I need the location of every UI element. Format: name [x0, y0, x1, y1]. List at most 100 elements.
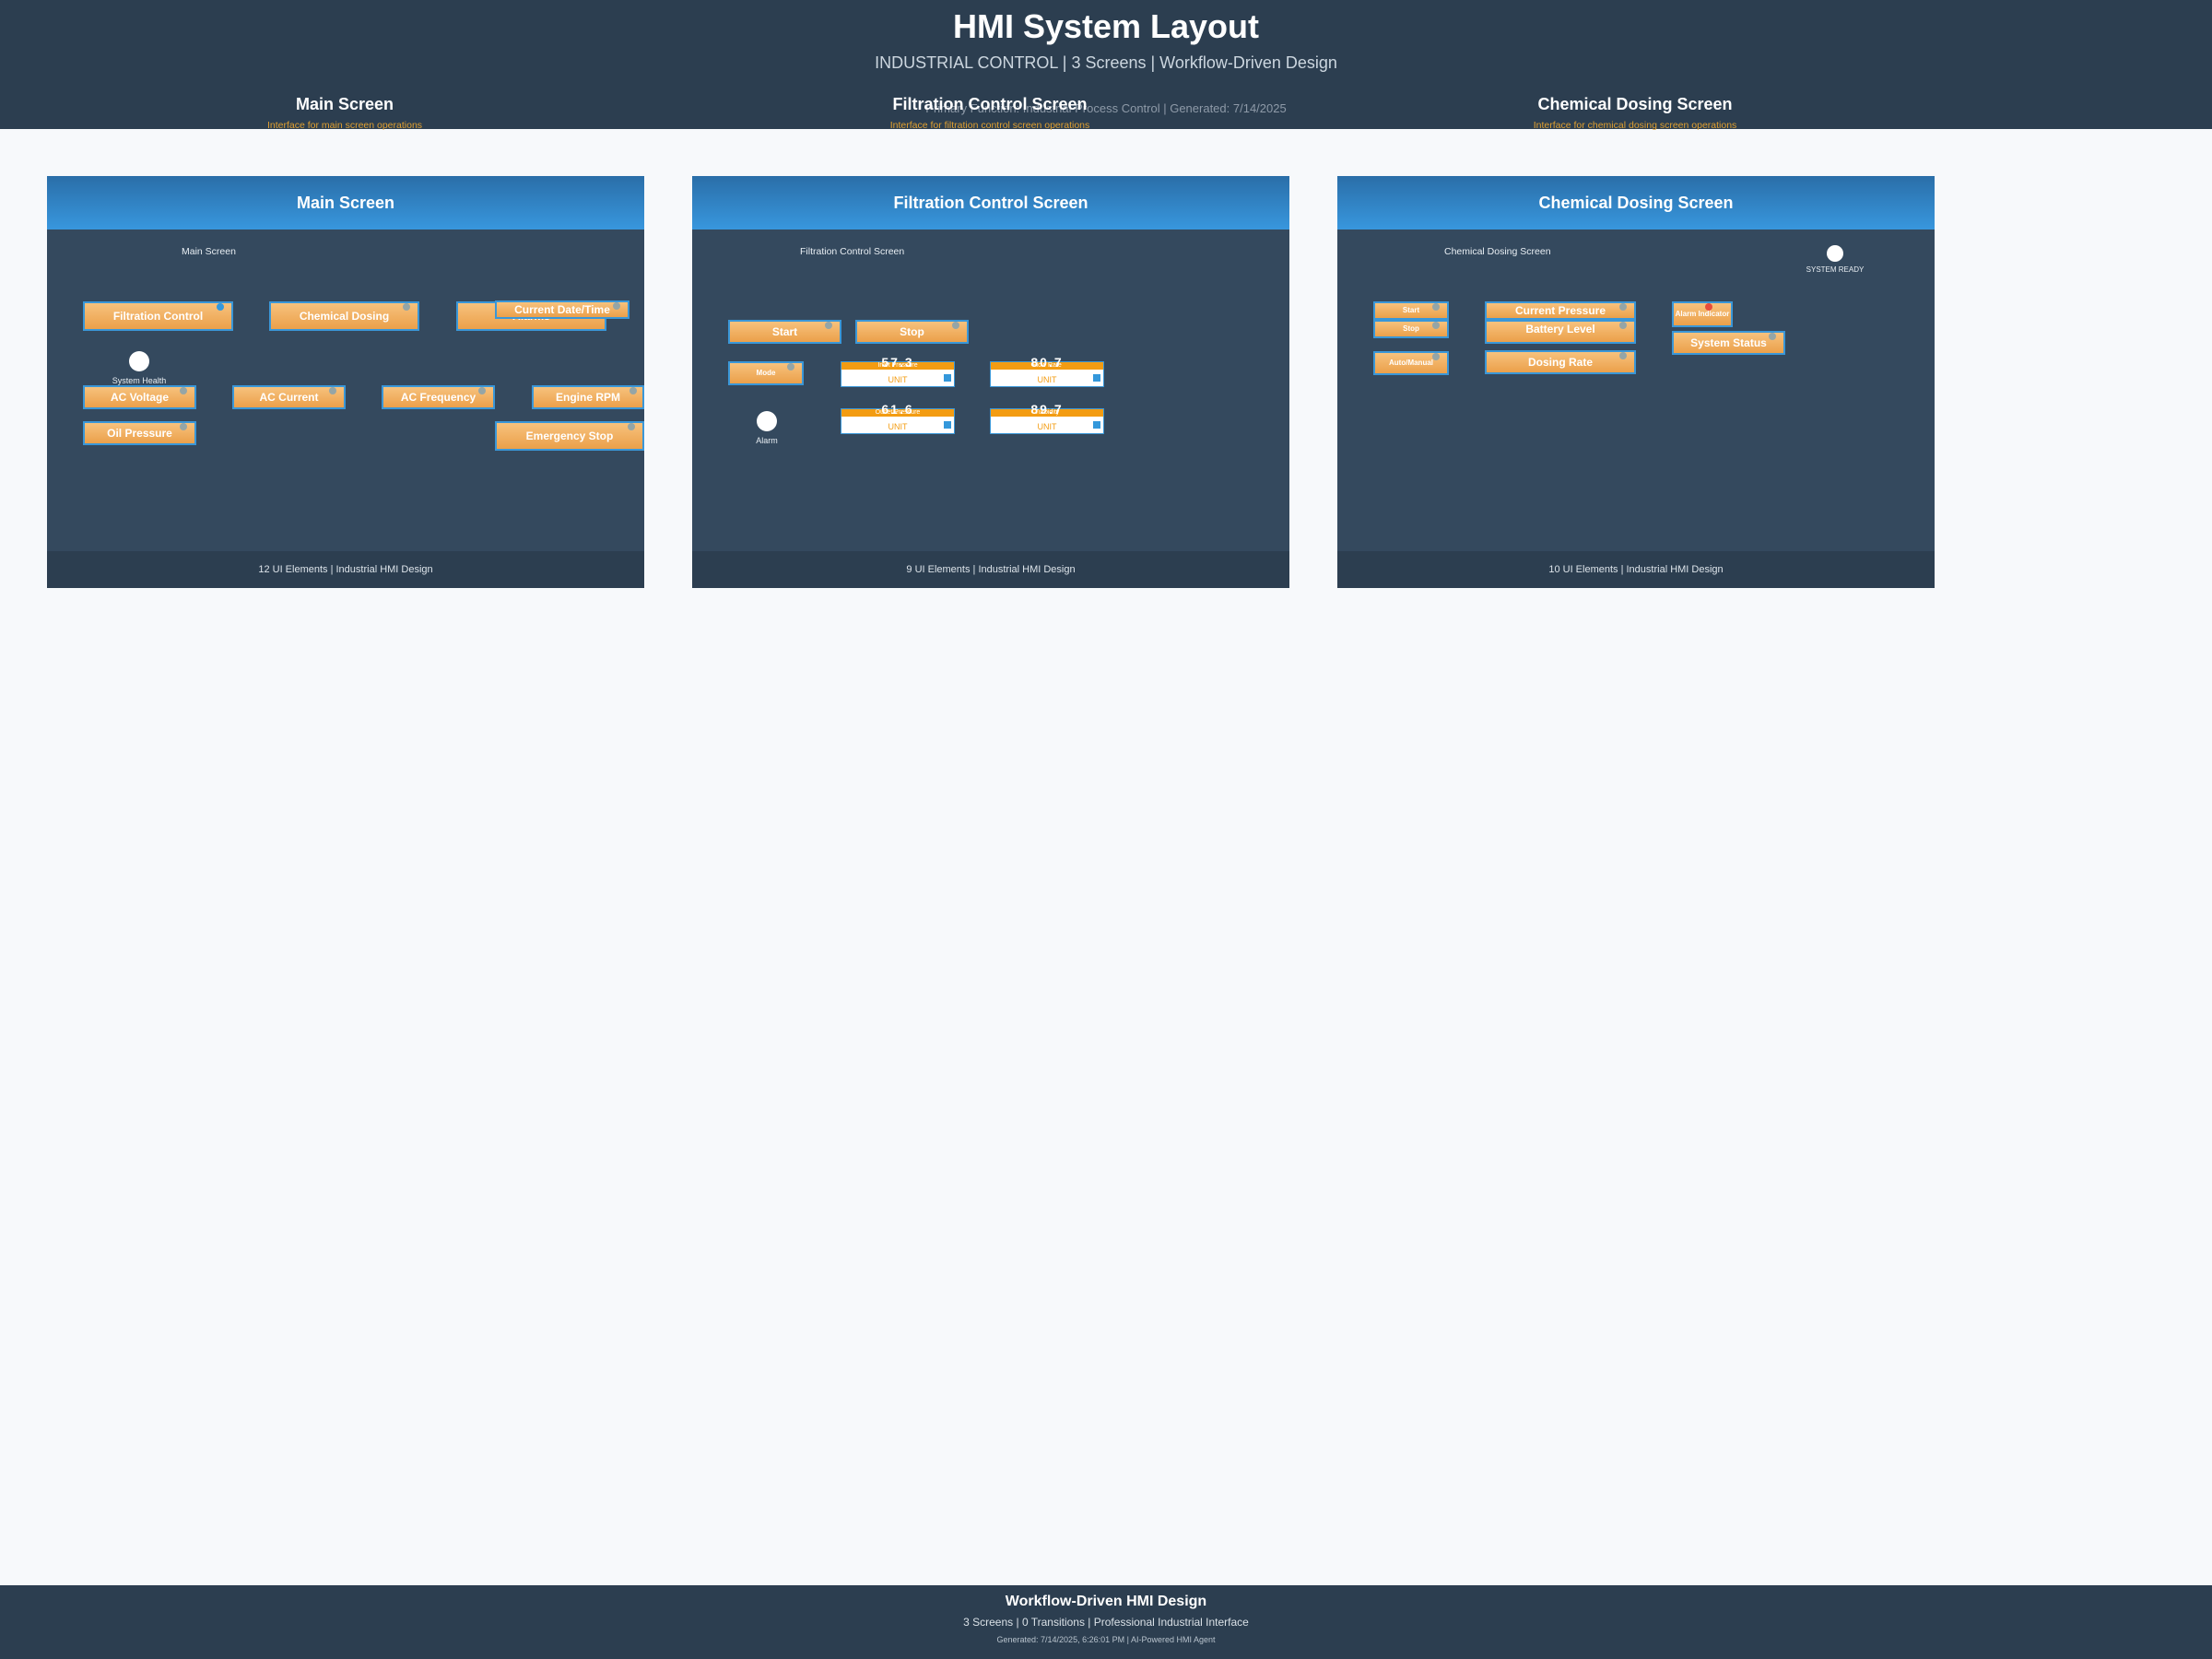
button-label: Alarm Indicator: [1675, 310, 1730, 318]
inlet-pressure-gauge: Inlet Pressure 57.3 UNIT: [841, 355, 955, 387]
button-label: AC Voltage: [110, 391, 170, 404]
status-dot: [1432, 322, 1440, 329]
gauge-unit: UNIT: [888, 422, 908, 431]
dosing-screen-label: Chemical Dosing Screen: [1444, 246, 1551, 257]
alarm-label: Alarm: [756, 436, 778, 445]
button-label: Start: [1402, 306, 1420, 314]
system-ready-indicator: [1827, 245, 1843, 262]
filtration-screen-header: Filtration Control Screen: [692, 176, 1289, 229]
stop-button[interactable]: Stop: [855, 320, 969, 344]
alarm-indicator-button[interactable]: Alarm Indicator: [1672, 301, 1733, 327]
status-dot: [1769, 333, 1776, 340]
gauge-value: 57.3: [881, 355, 914, 370]
main-screen-panel: Main Screen Main Screen Filtration Contr…: [47, 176, 644, 588]
gauge-unit: UNIT: [1037, 422, 1057, 431]
status-dot: [403, 303, 410, 311]
section-title-filtration: Filtration Control Screen: [892, 95, 1088, 113]
system-health-indicator: [129, 351, 149, 371]
status-dot: [952, 322, 959, 329]
dosing-screen-footer: 10 UI Elements | Industrial HMI Design: [1337, 551, 1935, 588]
status-dot: [329, 387, 336, 394]
section-desc-main: Interface for main screen operations: [266, 120, 423, 131]
footer-generated: Generated: 7/14/2025, 6:26:01 PM | AI-Po…: [996, 1635, 1216, 1644]
flow-rate-gauge: Flow Rate 80.7 UNIT: [990, 355, 1104, 387]
gauge-status-square: [1093, 421, 1100, 429]
ac-voltage-button[interactable]: AC Voltage: [83, 385, 196, 409]
current-datetime-button[interactable]: Current Date/Time: [495, 300, 629, 319]
main-screen-header: Main Screen: [47, 176, 644, 229]
footer-subtitle: 3 Screens | 0 Transitions | Professional…: [963, 1616, 1249, 1629]
button-label: Battery Level: [1525, 323, 1595, 335]
mode-button[interactable]: Mode: [728, 361, 804, 385]
stop-button[interactable]: Stop: [1373, 320, 1449, 338]
turbidity-gauge: Turbidity 89.7 UNIT: [990, 402, 1104, 434]
gauge-value: 89.7: [1030, 402, 1064, 417]
dosing-screen-header: Chemical Dosing Screen: [1337, 176, 1935, 229]
outlet-pressure-gauge: Outlet Pressure 61.6 UNIT: [841, 402, 955, 434]
engine-rpm-button[interactable]: Engine RPM: [532, 385, 644, 409]
emergency-stop-button[interactable]: Emergency Stop: [495, 421, 644, 451]
filtration-screen-label: Filtration Control Screen: [800, 246, 905, 257]
filtration-screen-panel: Filtration Control Screen Filtration Con…: [692, 176, 1289, 588]
system-ready-label: SYSTEM READY: [1806, 265, 1865, 274]
status-dot: [787, 363, 794, 371]
status-dot: [180, 387, 187, 394]
system-status-button[interactable]: System Status: [1672, 331, 1785, 355]
status-dot: [478, 387, 486, 394]
button-label: AC Frequency: [400, 391, 477, 404]
gauge-unit: UNIT: [1037, 375, 1057, 384]
gauge-value: 80.7: [1030, 355, 1064, 370]
filtration-control-button[interactable]: Filtration Control: [83, 301, 233, 331]
button-label: Engine RPM: [555, 391, 620, 404]
footer-title: Workflow-Driven HMI Design: [1005, 1594, 1207, 1609]
alarm-indicator: [757, 411, 777, 431]
oil-pressure-button[interactable]: Oil Pressure: [83, 421, 196, 445]
button-label: Emergency Stop: [525, 429, 614, 442]
status-dot: [825, 322, 832, 329]
status-dot: [628, 423, 635, 430]
section-title-main: Main Screen: [295, 95, 394, 113]
page-subtitle: INDUSTRIAL CONTROL | 3 Screens | Workflo…: [875, 53, 1337, 72]
button-label: Mode: [756, 369, 776, 377]
filtration-screen-footer: 9 UI Elements | Industrial HMI Design: [692, 551, 1289, 588]
button-label: Oil Pressure: [107, 427, 172, 440]
status-dot: [1619, 352, 1627, 359]
button-label: Start: [771, 325, 798, 338]
system-health-label: System Health: [112, 376, 167, 385]
current-pressure-button[interactable]: Current Pressure: [1485, 301, 1636, 320]
main-screen-footer: 12 UI Elements | Industrial HMI Design: [47, 551, 644, 588]
section-desc-dosing: Interface for chemical dosing screen ope…: [1533, 120, 1737, 131]
status-dot: [1619, 322, 1627, 329]
battery-level-button[interactable]: Battery Level: [1485, 320, 1636, 344]
button-label: Stop: [1403, 324, 1419, 333]
status-dot: [1432, 353, 1440, 360]
alarm-dot: [1705, 303, 1712, 311]
status-dot: [613, 302, 620, 310]
gauge-status-square: [944, 421, 951, 429]
status-dot: [217, 303, 224, 311]
ac-frequency-button[interactable]: AC Frequency: [382, 385, 495, 409]
button-label: Current Date/Time: [514, 303, 610, 316]
start-button[interactable]: Start: [1373, 301, 1449, 320]
button-label: Auto/Manual: [1389, 359, 1433, 367]
button-label: Stop: [900, 325, 924, 338]
button-label: Dosing Rate: [1527, 356, 1593, 369]
button-label: AC Current: [259, 391, 319, 404]
button-label: System Status: [1690, 336, 1767, 349]
chemical-dosing-button[interactable]: Chemical Dosing: [269, 301, 419, 331]
section-title-dosing: Chemical Dosing Screen: [1537, 95, 1733, 113]
gauge-status-square: [944, 374, 951, 382]
gauge-value: 61.6: [881, 402, 914, 417]
auto-manual-button[interactable]: Auto/Manual: [1373, 351, 1449, 375]
button-label: Filtration Control: [112, 310, 204, 323]
status-dot: [1432, 303, 1440, 311]
dosing-rate-button[interactable]: Dosing Rate: [1485, 350, 1636, 374]
button-label: Chemical Dosing: [299, 310, 390, 323]
page-title: HMI System Layout: [952, 7, 1260, 45]
status-dot: [1619, 303, 1627, 311]
start-button[interactable]: Start: [728, 320, 841, 344]
status-dot: [180, 423, 187, 430]
main-screen-label: Main Screen: [182, 246, 236, 257]
ac-current-button[interactable]: AC Current: [232, 385, 346, 409]
gauge-unit: UNIT: [888, 375, 908, 384]
